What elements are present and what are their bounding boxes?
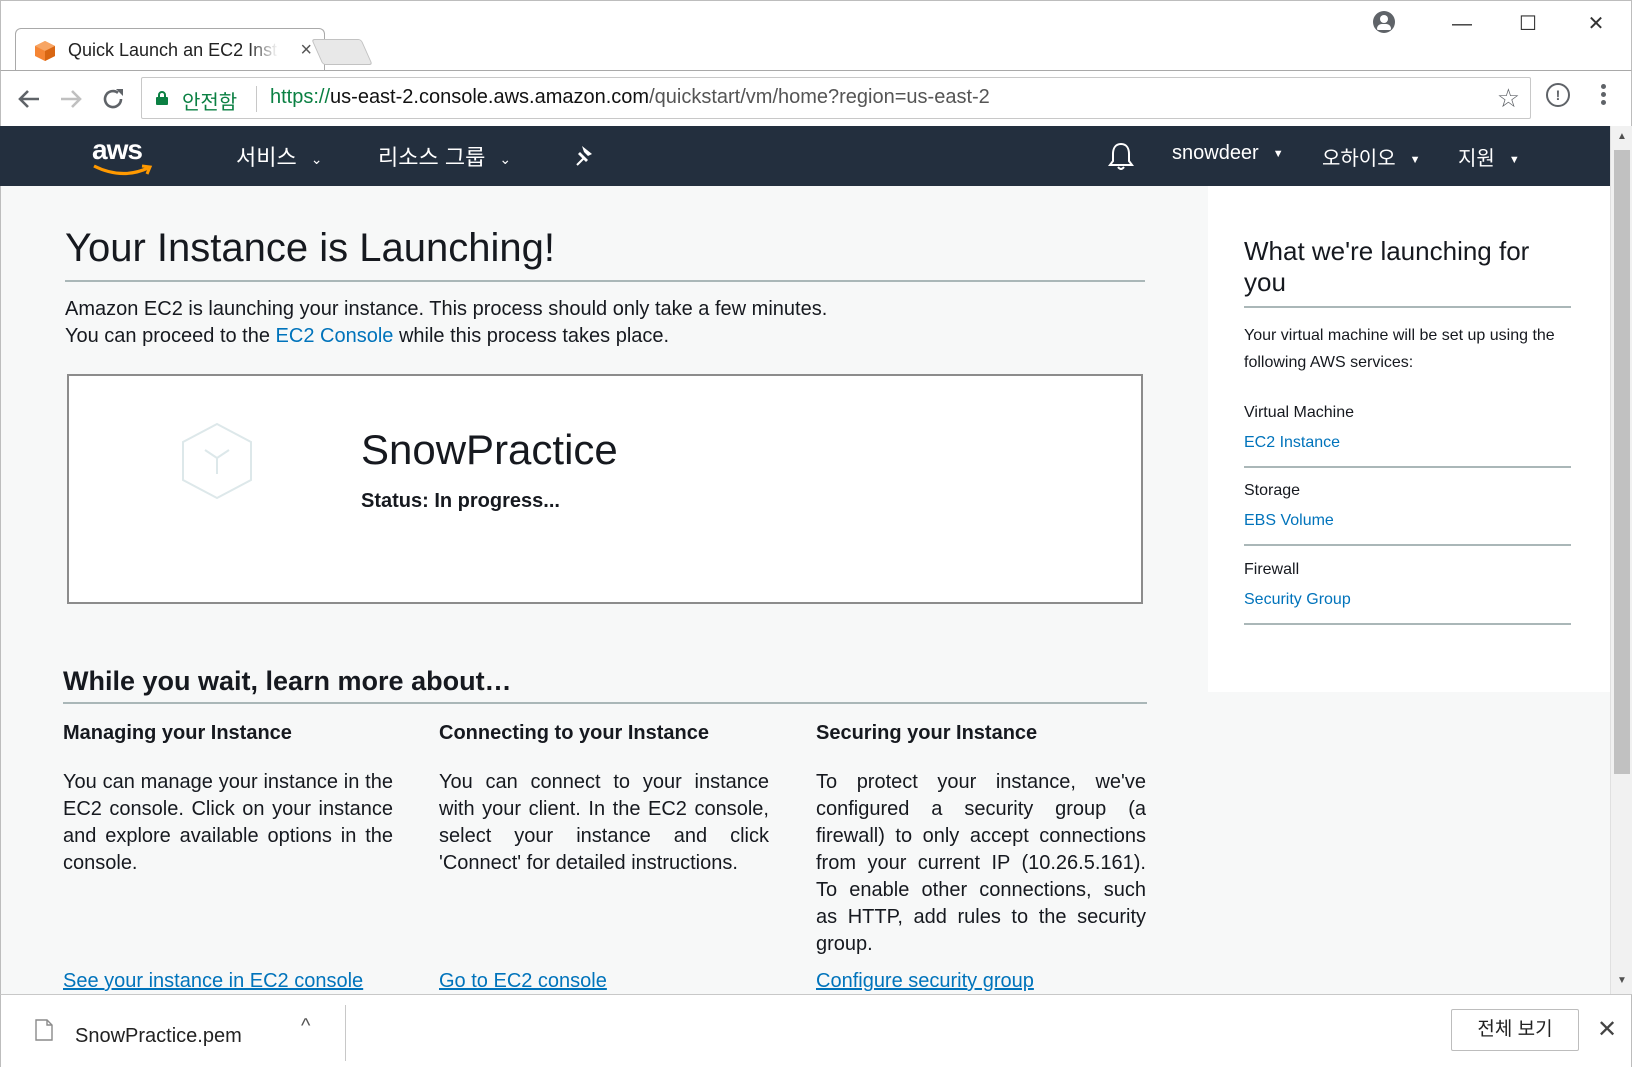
region-menu[interactable]: 오하이오 ▼	[1322, 142, 1421, 171]
resource-groups-label: 리소스 그룹	[378, 145, 486, 170]
intro-text: Amazon EC2 is launching your instance. T…	[65, 296, 827, 350]
tab-close-icon[interactable]: ×	[300, 39, 312, 61]
sidebar-divider	[1244, 544, 1571, 546]
launch-summary-sidebar: What we're launching for you Your virtua…	[1208, 186, 1610, 692]
account-menu[interactable]: snowdeer ▼	[1172, 142, 1284, 165]
back-arrow-icon[interactable]	[11, 81, 47, 117]
learn-column-managing: Managing your Instance You can manage yo…	[63, 722, 393, 992]
ec2-instance-link[interactable]: EC2 Instance	[1244, 434, 1340, 452]
download-divider	[345, 1005, 346, 1061]
page-scrollbar[interactable]: ▲ ▼	[1610, 126, 1632, 994]
aws-cube-favicon-icon	[35, 41, 55, 61]
support-label: 지원	[1458, 148, 1495, 170]
sidebar-divider	[1244, 623, 1571, 625]
aws-logo-text: aws	[92, 134, 143, 165]
region-label: 오하이오	[1322, 148, 1396, 170]
secure-label: 안전함	[182, 92, 238, 114]
lock-icon	[156, 91, 168, 105]
download-file-name[interactable]: SnowPractice.pem	[75, 1025, 242, 1048]
sidebar-description: Your virtual machine will be set up usin…	[1244, 327, 1555, 371]
maximize-button[interactable]: ☐	[1505, 9, 1551, 39]
services-menu[interactable]: 서비스 ⌄	[236, 140, 322, 172]
new-tab-button[interactable]	[311, 39, 373, 65]
username-label: snowdeer	[1172, 142, 1259, 164]
url-text[interactable]: https://us-east-2.console.aws.amazon.com…	[270, 86, 990, 109]
close-window-button[interactable]: ✕	[1573, 9, 1619, 39]
go-to-ec2-console-link[interactable]: Go to EC2 console	[439, 970, 607, 993]
learn-column-securing: Securing your Instance To protect your i…	[816, 722, 1146, 992]
instance-name: SnowPractice	[361, 426, 618, 473]
page-title: Your Instance is Launching!	[65, 226, 555, 270]
scroll-up-arrow-icon[interactable]: ▲	[1611, 128, 1632, 146]
learn-column-heading: Managing your Instance	[63, 722, 292, 744]
intro-line-1: Amazon EC2 is launching your instance. T…	[65, 298, 828, 320]
sidebar-divider	[1244, 466, 1571, 468]
sidebar-item-label: Virtual Machine	[1244, 404, 1354, 421]
reload-icon[interactable]	[95, 81, 131, 117]
sidebar-item-label: Firewall	[1244, 561, 1300, 578]
page-content[interactable]: Your Instance is Launching! Amazon EC2 i…	[0, 186, 1610, 994]
chevron-down-icon: ⌄	[310, 150, 323, 167]
forward-arrow-icon[interactable]	[53, 81, 89, 117]
learn-more-title: While you wait, learn more about…	[63, 666, 512, 696]
instance-cube-icon	[182, 422, 252, 500]
url-host: us-east-2.console.aws.amazon.com	[330, 86, 650, 108]
instance-status-card: SnowPractice Status: In progress...	[67, 374, 1143, 604]
chevron-down-icon: ⌄	[499, 150, 512, 167]
chevron-up-icon[interactable]: ^	[301, 1015, 310, 1038]
ebs-volume-link[interactable]: EBS Volume	[1244, 512, 1334, 530]
caret-down-icon: ▼	[1409, 153, 1421, 166]
learn-column-heading: Securing your Instance	[816, 722, 1038, 744]
intro-line-2: You can proceed to the EC2 Console while…	[65, 323, 827, 350]
browser-toolbar: 안전함 https://us-east-2.console.aws.amazon…	[0, 70, 1632, 126]
scroll-down-arrow-icon[interactable]: ▼	[1611, 972, 1632, 990]
instance-status: Status: In progress...	[361, 490, 560, 512]
sidebar-divider	[1244, 306, 1571, 308]
sidebar-title: What we're launching for you	[1244, 236, 1530, 297]
title-divider	[65, 280, 1145, 282]
learn-column-body: You can manage your instance in the EC2 …	[63, 771, 393, 874]
aws-logo[interactable]: aws	[92, 134, 158, 178]
close-download-bar-icon[interactable]: ✕	[1597, 1015, 1617, 1044]
bookmark-star-icon[interactable]: ☆	[1497, 84, 1520, 112]
resource-groups-menu[interactable]: 리소스 그룹 ⌄	[378, 140, 511, 172]
see-instance-link[interactable]: See your instance in EC2 console	[63, 970, 363, 993]
sidebar-item-label: Storage	[1244, 482, 1301, 499]
download-bar: SnowPractice.pem ^ 전체 보기 ✕	[0, 994, 1632, 1067]
address-bar[interactable]: 안전함 https://us-east-2.console.aws.amazon…	[141, 77, 1531, 119]
browser-menu-icon[interactable]	[1597, 81, 1609, 111]
intro-suffix: while this process takes place.	[393, 325, 670, 347]
profile-icon[interactable]	[1373, 11, 1395, 33]
caret-down-icon: ▼	[1272, 147, 1284, 160]
ec2-console-link[interactable]: EC2 Console	[276, 325, 394, 347]
omnibox-divider	[256, 86, 257, 112]
learn-column-body: To protect your instance, we've configur…	[816, 771, 1146, 955]
learn-column-connecting: Connecting to your Instance You can conn…	[439, 722, 769, 992]
services-label: 서비스	[236, 145, 297, 170]
caret-down-icon: ▼	[1508, 153, 1520, 166]
url-path: /quickstart/vm/home?region=us-east-2	[649, 86, 990, 108]
support-menu[interactable]: 지원 ▼	[1458, 142, 1520, 171]
scroll-thumb[interactable]	[1614, 150, 1630, 774]
file-icon	[35, 1019, 53, 1041]
browser-tab[interactable]: Quick Launch an EC2 Instance ×	[15, 28, 325, 72]
aws-smile-icon	[93, 164, 153, 176]
learn-column-heading: Connecting to your Instance	[439, 722, 710, 744]
extension-info-icon[interactable]: !	[1546, 83, 1570, 107]
aws-top-nav: aws 서비스 ⌄ 리소스 그룹 ⌄ snowdeer ▼ 오하이오 ▼ 지원 ▼	[0, 126, 1632, 186]
learn-more-divider	[63, 702, 1147, 704]
bell-icon[interactable]	[1106, 140, 1136, 172]
learn-column-body: You can connect to your instance with yo…	[439, 771, 769, 874]
tab-title: Quick Launch an EC2 Instance	[68, 40, 278, 61]
minimize-button[interactable]: —	[1439, 9, 1485, 39]
browser-tab-strip: Quick Launch an EC2 Instance × — ☐ ✕	[0, 0, 1632, 72]
show-all-downloads-button[interactable]: 전체 보기	[1451, 1009, 1579, 1051]
url-scheme: https://	[270, 86, 331, 108]
security-group-link[interactable]: Security Group	[1244, 591, 1351, 609]
intro-prefix: You can proceed to the	[65, 325, 276, 347]
configure-security-group-link[interactable]: Configure security group	[816, 970, 1034, 993]
pin-icon[interactable]	[574, 144, 598, 168]
